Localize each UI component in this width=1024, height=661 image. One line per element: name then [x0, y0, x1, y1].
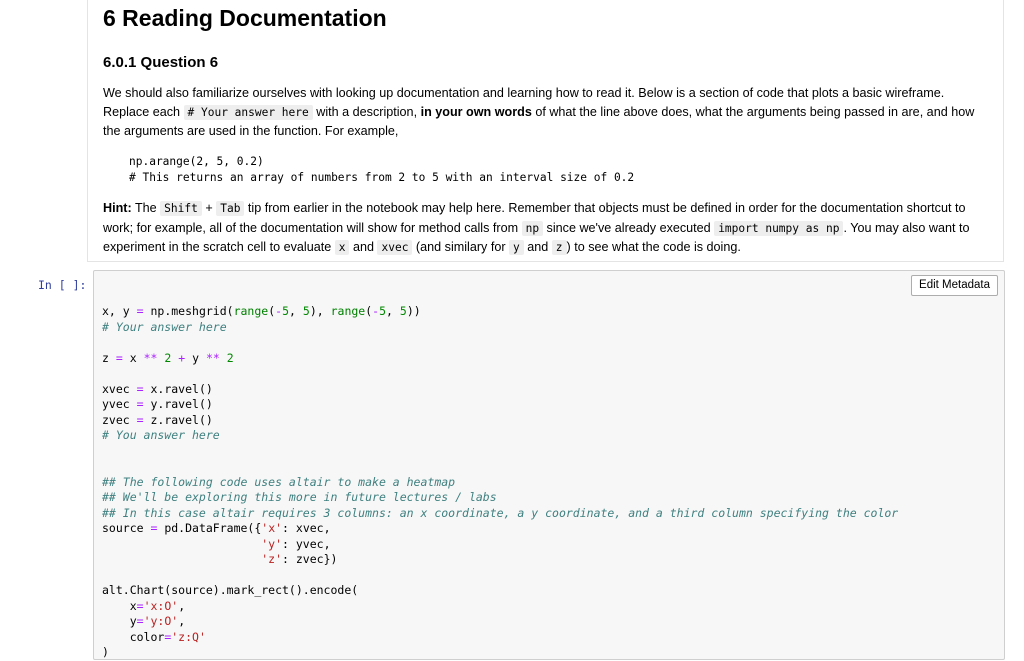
example-code-block: np.arange(2, 5, 0.2) # This returns an ar… [129, 155, 635, 184]
code-cell-editor[interactable]: Edit Metadata x, y = np.meshgrid(range(-… [93, 270, 1005, 660]
question-heading: 6.0.1 Question 6 [103, 54, 219, 71]
section-heading: 6 Reading Documentation [103, 5, 387, 31]
hint-paragraph: Hint: The Shift + Tab tip from earlier i… [103, 201, 970, 255]
instructions-paragraph: We should also familiarize ourselves wit… [103, 86, 975, 138]
inline-code-your-answer: # Your answer here [183, 104, 313, 120]
edit-metadata-button[interactable]: Edit Metadata [911, 275, 998, 296]
cell-prompt: In [ ]: [38, 278, 87, 292]
markdown-cell[interactable]: 6 Reading Documentation 6.0.1 Question 6… [87, 0, 1004, 262]
code-editor-content[interactable]: x, y = np.meshgrid(range(-5, 5), range(-… [102, 304, 898, 661]
